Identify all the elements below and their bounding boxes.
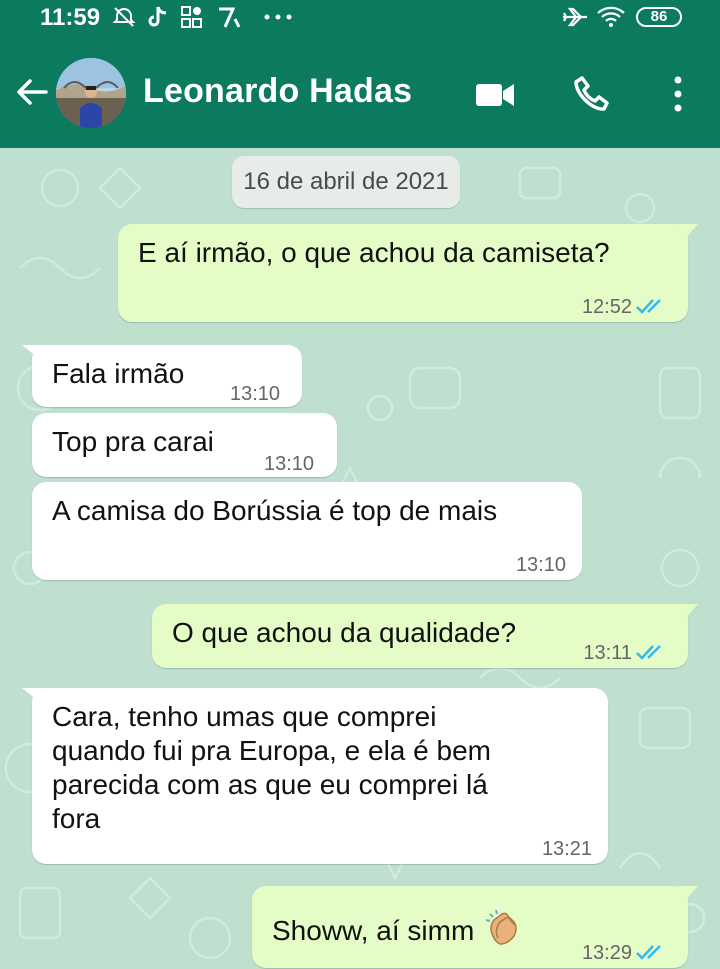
message-time: 13:11	[583, 642, 632, 664]
avatar[interactable]	[56, 58, 126, 128]
message-bubble-outgoing[interactable]: O que achou da qualidade? 13:11	[152, 604, 698, 670]
status-time: 11:59	[40, 4, 101, 31]
message-time: 13:21	[541, 838, 592, 860]
tiktok-icon	[146, 5, 168, 34]
message-time: 13:10	[230, 383, 281, 405]
bubble-tail	[678, 224, 698, 240]
message-bubble-incoming[interactable]: Cara, tenho umas que comprei quando fui …	[22, 688, 608, 864]
message-meta: 13:11	[583, 636, 668, 670]
phone-icon[interactable]	[572, 74, 612, 114]
message-text: A camisa do Borússia é top de mais	[52, 495, 498, 526]
battery-level: 86	[650, 8, 668, 25]
chat-area[interactable]: 16 de abril de 2021 E aí irmão, o que ac…	[0, 148, 720, 969]
message-text-line: Showw, aí simm	[272, 908, 524, 948]
message-time: 13:10	[264, 453, 315, 475]
message-bubble-incoming[interactable]: Fala irmão 13:10	[22, 345, 302, 407]
message-text: Fala irmão	[52, 358, 185, 389]
message-bubble-outgoing[interactable]: Showw, aí simm 13:29	[252, 886, 698, 969]
message-time: 12:52	[581, 296, 632, 318]
status-bar: 11:59 86	[0, 0, 720, 36]
message-text: O que achou da qualidade?	[172, 617, 517, 648]
message-meta: 12:52	[582, 290, 668, 324]
contact-name[interactable]: Leonardo Hadas	[143, 72, 412, 111]
bubble-tail	[22, 688, 42, 704]
message-time: 13:10	[515, 554, 566, 576]
chat-header: Leonardo Hadas	[0, 36, 720, 148]
airplane-icon	[562, 5, 588, 34]
message-bubble-incoming[interactable]: A camisa do Borússia é top de mais 13:10	[32, 482, 582, 580]
message-text: Showw, aí simm	[272, 915, 475, 946]
read-ticks-icon	[636, 299, 661, 314]
more-vert-icon[interactable]	[658, 74, 698, 114]
message-text: Cara, tenho umas que comprei quando fui …	[52, 701, 491, 834]
app-7-icon	[216, 5, 242, 34]
back-arrow-icon[interactable]	[14, 74, 50, 110]
battery-icon: 86	[636, 7, 682, 27]
message-bubble-incoming[interactable]: Top pra carai 13:10	[32, 413, 337, 477]
wifi-icon	[596, 5, 626, 34]
read-ticks-icon	[636, 945, 661, 960]
message-text: Top pra carai	[52, 426, 214, 457]
bubble-tail	[678, 604, 698, 620]
message-bubble-outgoing[interactable]: E aí irmão, o que achou da camiseta? 12:…	[118, 224, 698, 324]
bubble-tail	[22, 345, 42, 361]
message-text: E aí irmão, o que achou da camiseta?	[138, 237, 610, 268]
read-ticks-icon	[636, 645, 661, 660]
video-call-icon[interactable]	[474, 74, 514, 114]
apps-grid-icon	[180, 5, 204, 34]
date-chip: 16 de abril de 2021	[232, 156, 460, 208]
message-time: 13:29	[581, 942, 632, 964]
clapping-hands-icon	[486, 909, 518, 945]
message-meta: 13:29	[582, 936, 668, 969]
alarm-off-icon	[112, 5, 136, 34]
bubble-tail	[678, 886, 698, 902]
more-dots-icon	[262, 5, 294, 34]
